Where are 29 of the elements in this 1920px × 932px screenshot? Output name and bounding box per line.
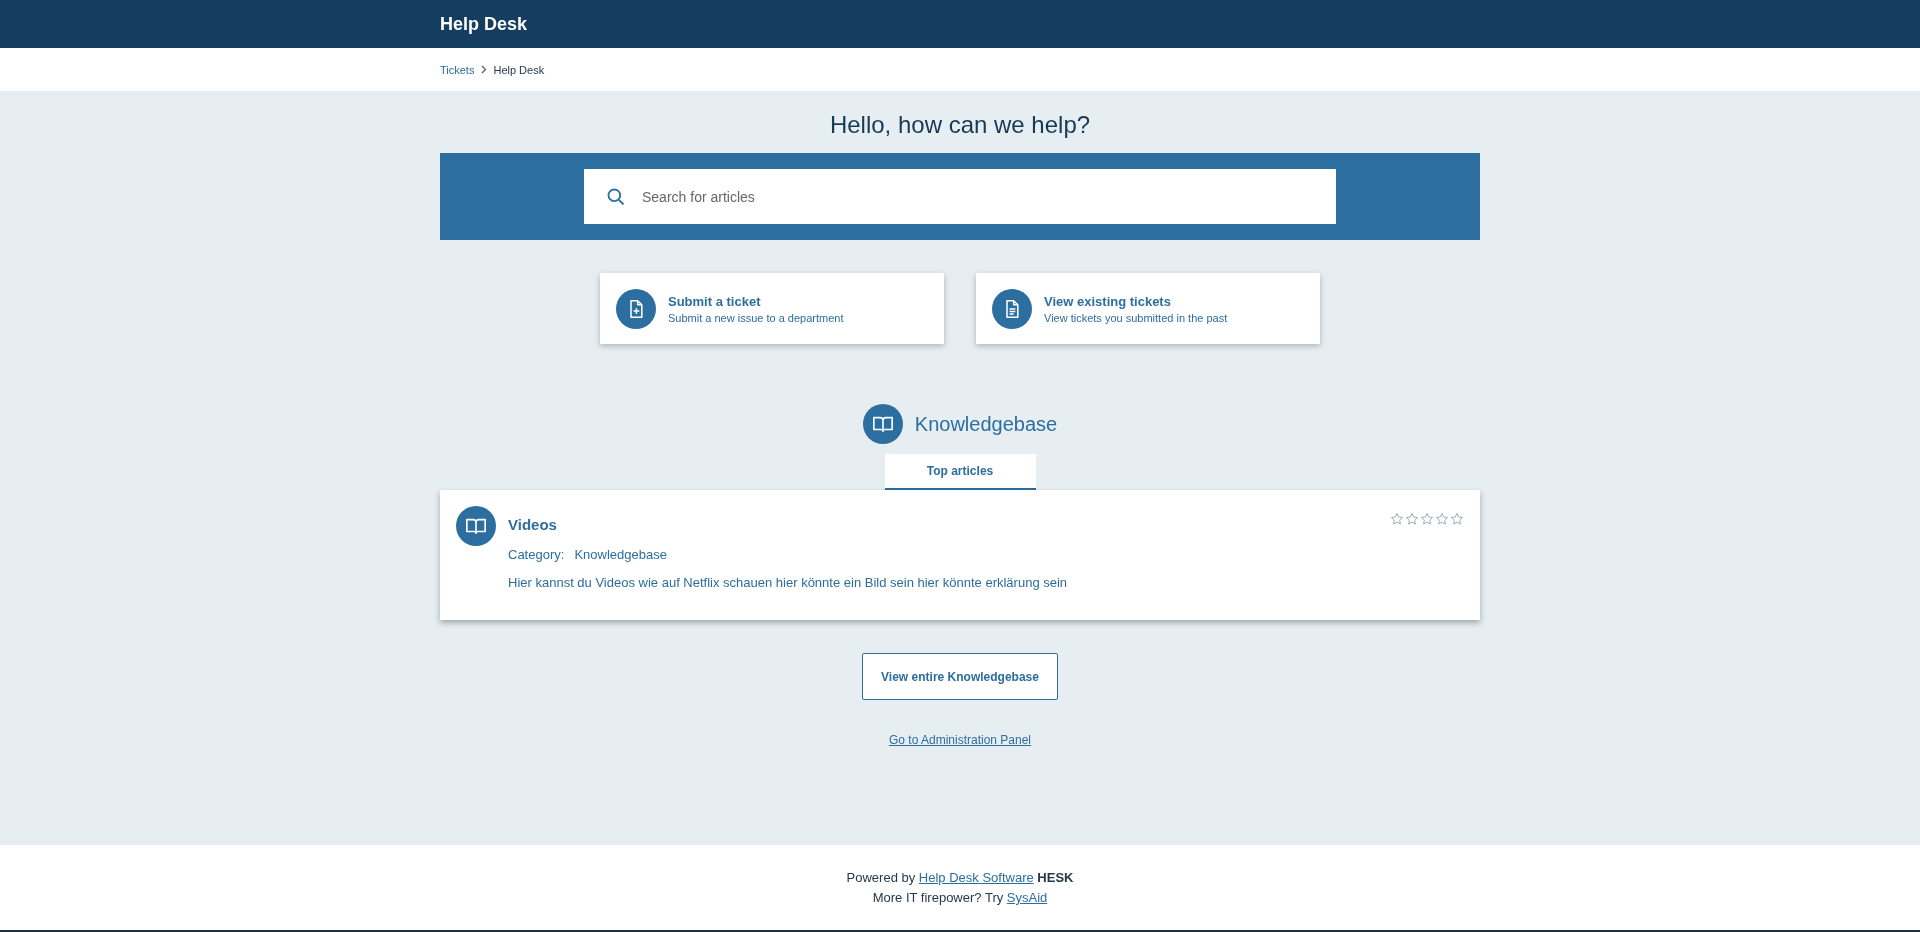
article-preview: Hier kannst du Videos wie auf Netflix schauen hier könnte ein Bild sein hier könnte erklärung sein bbox=[508, 575, 1069, 590]
tab[interactable]: Top articles bbox=[884, 454, 1036, 490]
card-subtitle: View tickets you submitted in the past bbox=[1044, 311, 1228, 324]
footer-text: Powered by Help Desk Software HESK bbox=[846, 870, 1074, 885]
admin-link[interactable]: Go to Administration Panel bbox=[888, 733, 1032, 747]
page-heading: Hello, how can we help? bbox=[829, 111, 1091, 139]
star-icon bbox=[1420, 512, 1434, 526]
category-label: Category: bbox=[508, 547, 565, 562]
site-title: Help Desk bbox=[440, 13, 528, 35]
card-title: View existing tickets bbox=[1044, 293, 1172, 309]
star-icon bbox=[1390, 512, 1404, 526]
breadcrumb-link[interactable]: Tickets bbox=[440, 63, 475, 76]
footer-text: More IT firepower? Try SysAid bbox=[872, 890, 1048, 905]
star-icon bbox=[1450, 512, 1464, 526]
section-heading: Knowledgebase bbox=[914, 412, 1058, 436]
card-subtitle: Submit a new issue to a department bbox=[668, 311, 844, 324]
footer-link[interactable]: SysAid bbox=[1006, 890, 1048, 905]
card-title: Submit a ticket bbox=[668, 293, 762, 309]
category-value: Knowledgebase bbox=[574, 547, 667, 562]
footer-link[interactable]: Help Desk Software bbox=[918, 870, 1034, 885]
article-title[interactable]: Videos bbox=[508, 516, 557, 533]
breadcrumb-current: Help Desk bbox=[493, 63, 545, 76]
star-icon bbox=[1405, 512, 1419, 526]
chevron-icon bbox=[480, 65, 488, 74]
view-knowledgebase-button[interactable]: View entire Knowledgebase bbox=[862, 653, 1058, 700]
star-icon bbox=[1435, 512, 1449, 526]
search-icon bbox=[606, 186, 626, 207]
action-card[interactable]: View existing tickets View tickets you submitted in the past bbox=[976, 273, 1320, 344]
action-card[interactable]: Submit a ticket Submit a new issue to a department bbox=[600, 273, 944, 344]
